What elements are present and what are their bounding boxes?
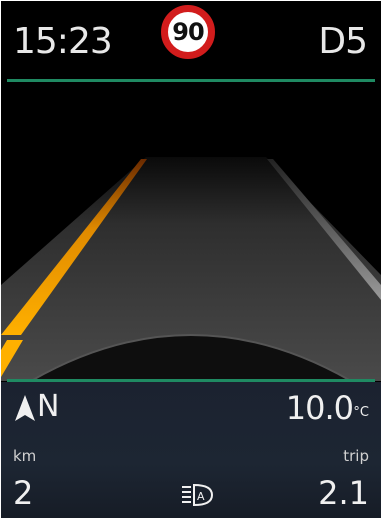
- lane-assist-graphic: [1, 85, 381, 381]
- instrument-display: 15:23 90 D5 N 10.0 °C km trip 2 A 2.1: [1, 1, 381, 518]
- gear-indicator: D5: [318, 21, 368, 62]
- clock: 15:23: [13, 21, 113, 62]
- outside-temperature: 10.0: [285, 389, 354, 427]
- svg-text:A: A: [197, 490, 205, 503]
- compass-arrow-icon: [15, 395, 35, 421]
- trip-value: 2.1: [318, 474, 369, 512]
- auto-headlight-icon: A: [182, 483, 214, 507]
- top-divider: [7, 79, 375, 82]
- distance-value: 2: [13, 474, 34, 512]
- compass-heading: N: [37, 389, 60, 424]
- temperature-unit: °C: [353, 405, 369, 420]
- speed-limit-value: 90: [172, 18, 204, 46]
- distance-label: km: [13, 447, 37, 465]
- top-bar: 15:23 90 D5: [1, 1, 381, 81]
- trip-label: trip: [343, 447, 369, 465]
- speed-limit-sign: 90: [161, 5, 215, 59]
